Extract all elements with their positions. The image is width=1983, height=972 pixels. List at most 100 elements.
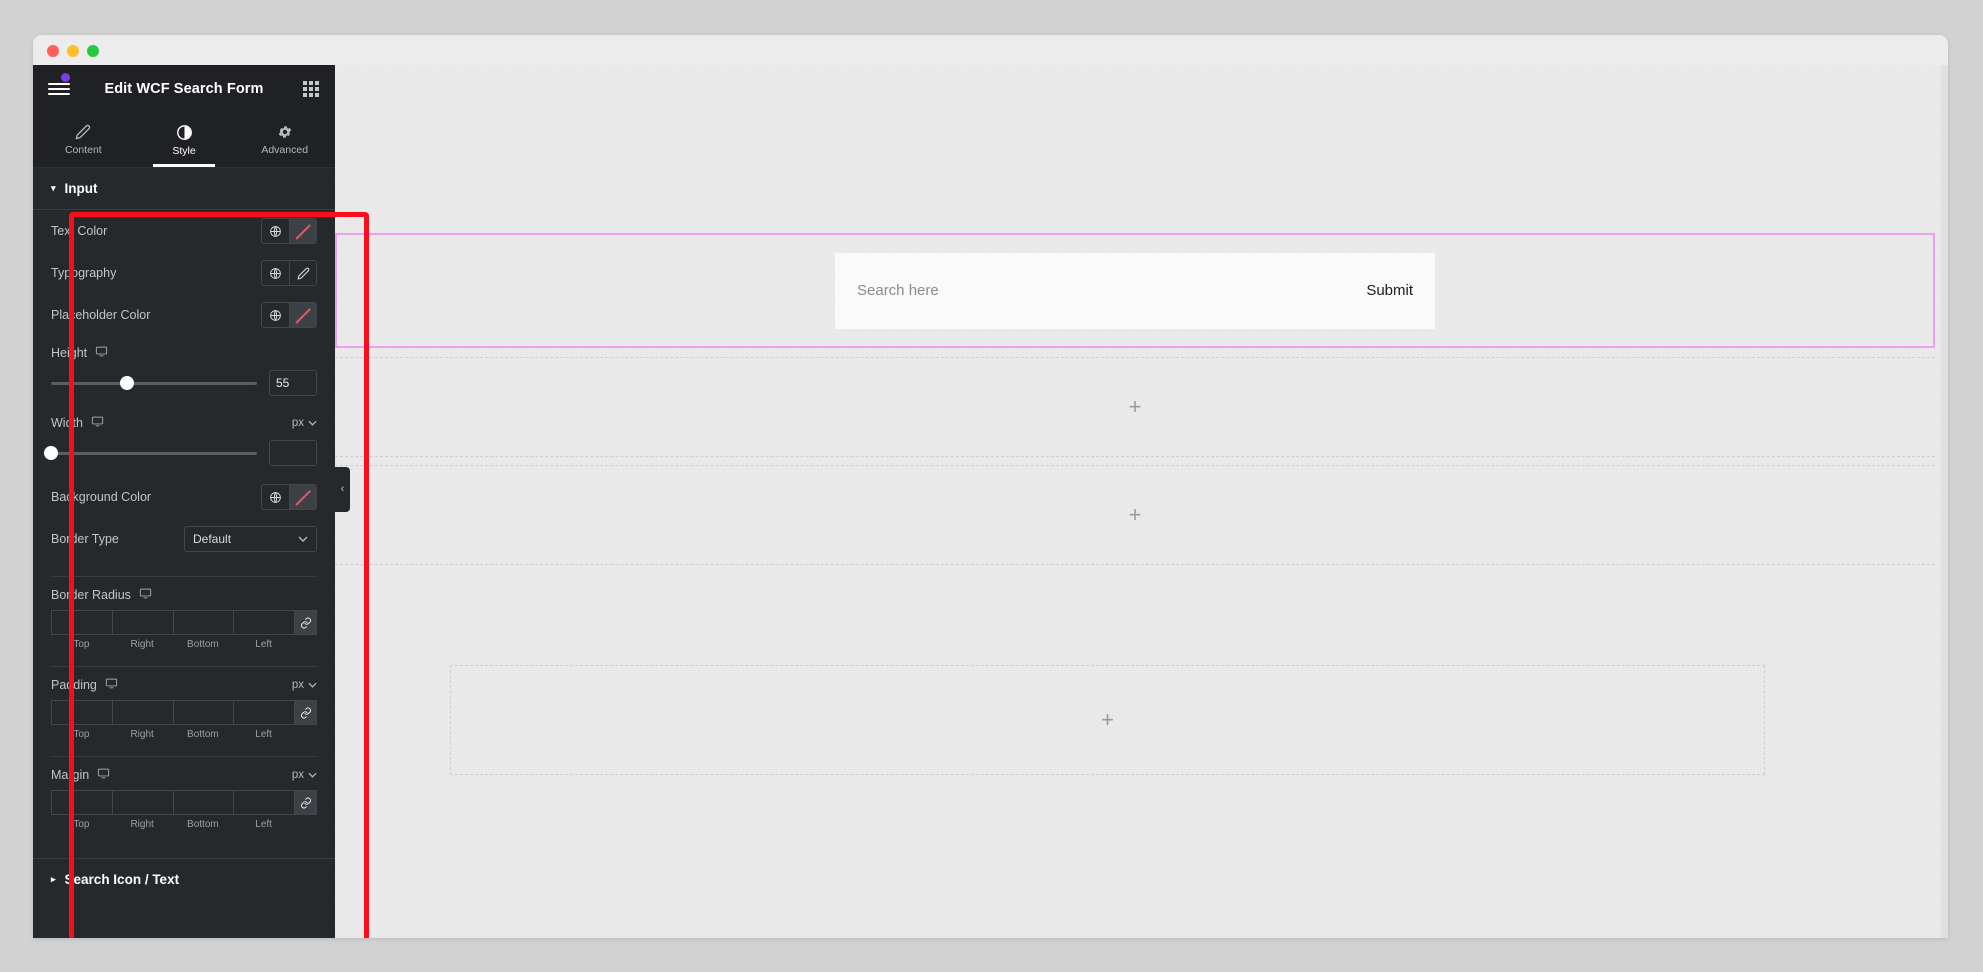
empty-section-1[interactable]: +	[335, 357, 1935, 457]
section-input-header[interactable]: ▾ Input	[33, 168, 335, 210]
label-top: Top	[73, 819, 90, 830]
label-right: Right	[130, 819, 154, 830]
border-radius-left-input[interactable]	[233, 610, 294, 635]
app-window: Edit WCF Search Form Content Style Advan…	[33, 35, 1948, 938]
label-top: Top	[73, 729, 90, 740]
margin-top-input[interactable]	[51, 790, 112, 815]
responsive-device-icon[interactable]	[95, 345, 108, 361]
hamburger-menu-icon[interactable]	[48, 80, 70, 98]
label-bottom: Bottom	[187, 819, 219, 830]
padding-side-labels: Top Right Bottom Left	[51, 725, 317, 740]
border-radius-top-input[interactable]	[51, 610, 112, 635]
link-values-icon[interactable]	[294, 610, 317, 635]
padding-left-input[interactable]	[233, 700, 294, 725]
responsive-device-icon[interactable]	[105, 677, 118, 693]
chevron-down-icon	[298, 534, 308, 544]
border-radius-right-input[interactable]	[111, 610, 173, 635]
height-slider-row	[51, 370, 317, 406]
submit-button[interactable]: Submit	[1366, 282, 1413, 299]
margin-bottom-input[interactable]	[172, 790, 234, 815]
height-slider[interactable]	[51, 375, 257, 391]
canvas-scrollbar[interactable]	[1941, 65, 1948, 938]
padding-unit-select[interactable]: px	[292, 679, 317, 691]
margin-left-input[interactable]	[233, 790, 294, 815]
tab-advanced[interactable]: Advanced	[234, 113, 335, 167]
background-color-picker[interactable]	[261, 484, 317, 510]
border-radius-bottom-input[interactable]	[172, 610, 234, 635]
empty-section-2[interactable]: +	[335, 465, 1935, 565]
height-input[interactable]	[269, 370, 317, 396]
plus-icon[interactable]: +	[1101, 709, 1114, 731]
link-values-icon[interactable]	[294, 700, 317, 725]
tab-content[interactable]: Content	[33, 113, 134, 167]
selected-section[interactable]: Search here Submit	[335, 233, 1935, 348]
width-slider-row	[44, 440, 317, 476]
search-form-widget[interactable]: Search here Submit	[835, 252, 1435, 329]
placeholder-color-swatch[interactable]	[289, 303, 316, 327]
tab-style[interactable]: Style	[134, 113, 235, 167]
width-unit-select[interactable]: px	[292, 417, 317, 429]
width-unit-label: px	[291, 417, 304, 429]
editor-canvas: Search here Submit + + + ‹	[335, 65, 1948, 938]
empty-section-3[interactable]: +	[450, 665, 1765, 775]
search-input-placeholder[interactable]: Search here	[857, 282, 939, 299]
background-color-swatch[interactable]	[289, 485, 316, 509]
margin-fields	[51, 790, 317, 815]
link-values-icon[interactable]	[294, 790, 317, 815]
control-border-type: Border Type Default	[51, 518, 317, 560]
margin-right-input[interactable]	[111, 790, 173, 815]
padding-top-input[interactable]	[51, 700, 112, 725]
border-radius-label: Border Radius	[51, 587, 152, 603]
label-right: Right	[130, 729, 154, 740]
background-color-label: Background Color	[51, 490, 152, 504]
label-left: Left	[255, 819, 272, 830]
globe-icon[interactable]	[262, 303, 289, 327]
responsive-device-icon[interactable]	[139, 587, 152, 603]
section-search-icon-text-header[interactable]: ▸ Search Icon / Text	[33, 858, 335, 900]
pencil-icon[interactable]	[289, 261, 316, 285]
margin-label-text: Margin	[51, 768, 90, 782]
maximize-window-button[interactable]	[87, 45, 99, 57]
margin-unit-label: px	[291, 769, 304, 781]
close-window-button[interactable]	[47, 45, 59, 57]
minimize-window-button[interactable]	[67, 45, 79, 57]
margin-unit-select[interactable]: px	[292, 769, 317, 781]
grid-apps-icon[interactable]	[303, 81, 319, 97]
width-slider-knob[interactable]	[44, 446, 58, 460]
label-left: Left	[255, 639, 272, 650]
responsive-device-icon[interactable]	[97, 767, 110, 783]
globe-icon[interactable]	[262, 219, 289, 243]
globe-icon[interactable]	[262, 261, 289, 285]
plus-icon[interactable]: +	[1129, 504, 1142, 526]
border-radius-label-text: Border Radius	[51, 588, 131, 602]
width-slider-track	[51, 451, 257, 455]
control-typography: Typography	[51, 252, 317, 294]
responsive-device-icon[interactable]	[91, 415, 104, 431]
typography-picker[interactable]	[261, 260, 317, 286]
globe-icon[interactable]	[262, 485, 289, 509]
margin-label: Margin	[51, 767, 110, 783]
traffic-lights	[47, 45, 99, 57]
gear-icon	[277, 124, 293, 140]
panel-tabs: Content Style Advanced	[33, 113, 335, 168]
border-type-select[interactable]: Default	[184, 526, 317, 552]
panel-collapse-handle[interactable]: ‹	[335, 467, 350, 512]
placeholder-color-picker[interactable]	[261, 302, 317, 328]
width-slider[interactable]	[44, 445, 257, 461]
padding-bottom-input[interactable]	[172, 700, 234, 725]
text-color-swatch[interactable]	[289, 219, 316, 243]
padding-right-input[interactable]	[111, 700, 173, 725]
margin-side-labels: Top Right Bottom Left	[51, 815, 317, 830]
window-titlebar	[33, 35, 1948, 65]
text-color-picker[interactable]	[261, 218, 317, 244]
width-label: Width	[51, 415, 104, 431]
control-text-color: Text Color	[51, 210, 317, 252]
tab-content-label: Content	[64, 144, 102, 156]
padding-unit-label: px	[291, 679, 304, 691]
contrast-circle-icon	[176, 124, 193, 141]
height-slider-knob[interactable]	[120, 376, 135, 390]
padding-label: Padding	[51, 677, 118, 693]
plus-icon[interactable]: +	[1129, 396, 1142, 418]
notification-dot-icon	[61, 73, 70, 82]
width-input[interactable]	[269, 440, 317, 466]
